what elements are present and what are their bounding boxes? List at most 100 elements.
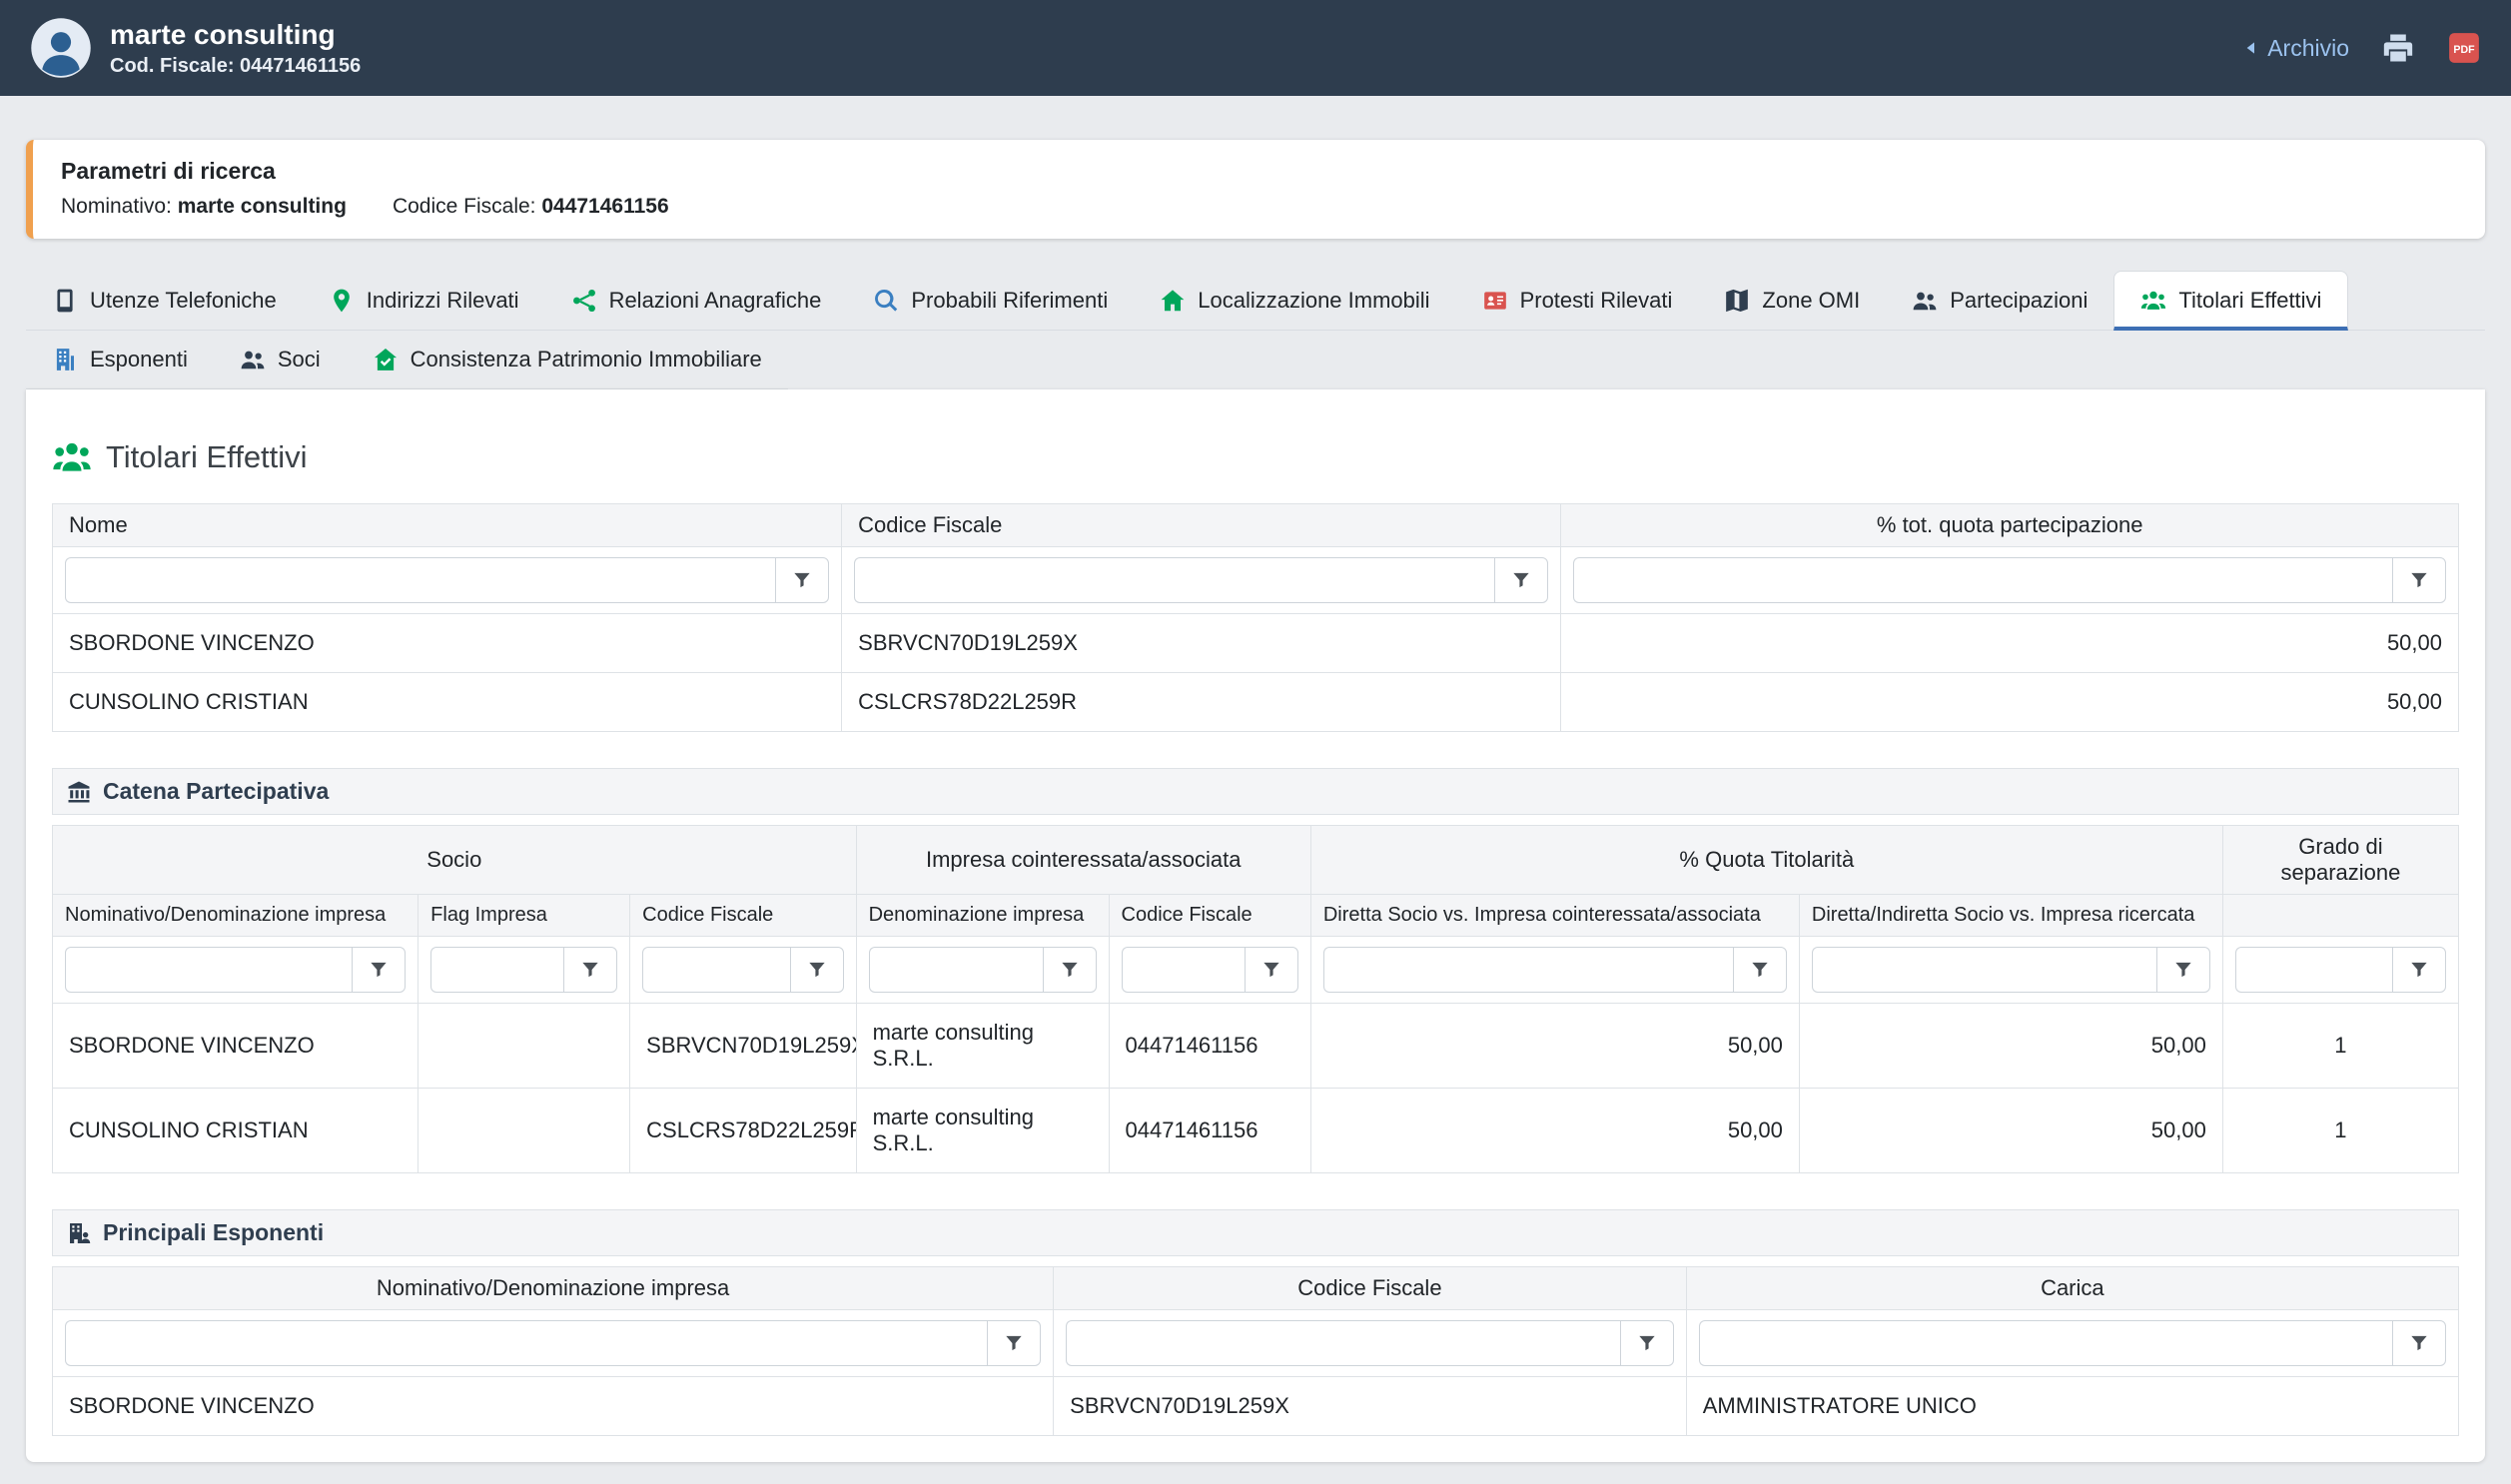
filter-button[interactable] [2392,1320,2446,1366]
tab-relazioni-anagrafiche[interactable]: Relazioni Anagrafiche [545,272,848,330]
filter-button[interactable] [775,557,829,603]
filter-input[interactable] [2235,947,2392,993]
filter-input[interactable] [869,947,1043,993]
tab-localizzazione-immobili[interactable]: Localizzazione Immobili [1134,272,1455,330]
home-icon [1160,288,1186,314]
tab-protesti-rilevati[interactable]: Protesti Rilevati [1456,272,1699,330]
filter-group [1122,947,1298,993]
filter-input-quota[interactable] [1573,557,2392,603]
tab-indirizzi-rilevati[interactable]: Indirizzi Rilevati [303,272,545,330]
tab-probabili-riferimenti[interactable]: Probabili Riferimenti [847,272,1134,330]
filter-input-nominativo[interactable] [65,1320,987,1366]
filter-button[interactable] [1620,1320,1674,1366]
filter-button[interactable] [2392,947,2446,993]
col-codice-fiscale-socio: Codice Fiscale [630,895,856,937]
tab-row-1: Utenze Telefoniche Indirizzi Rilevati Re… [26,271,2485,331]
filter-group [1323,947,1787,993]
building-icon [52,347,78,372]
filter-input-codice-fiscale[interactable] [1066,1320,1620,1366]
cell-nominativo: CUNSOLINO CRISTIAN [53,1089,418,1173]
pdf-icon [2447,31,2481,65]
tab-label: Indirizzi Rilevati [367,288,519,314]
col-flag-impresa: Flag Impresa [418,895,630,937]
people-icon [1912,288,1938,314]
filter-button[interactable] [2392,557,2446,603]
group-header-row: Socio Impresa cointeressata/associata % … [53,826,2459,895]
tab-label: Consistenza Patrimonio Immobiliare [411,347,762,372]
tab-row-2: Esponenti Soci Consistenza Patrimonio Im… [26,331,788,389]
filter-row [53,547,2459,614]
tab-utenze-telefoniche[interactable]: Utenze Telefoniche [26,272,303,330]
filter-button[interactable] [987,1320,1041,1366]
filter-button[interactable] [1733,947,1787,993]
col-nominativo: Nominativo/Denominazione impresa [53,895,418,937]
filter-input[interactable] [65,947,352,993]
filter-icon [369,960,389,980]
pdf-export-button[interactable] [2447,31,2481,65]
tab-soci[interactable]: Soci [214,331,347,388]
cell-quota: 50,00 [1561,673,2459,732]
filter-input-codice-fiscale[interactable] [854,557,1494,603]
search-params-title: Parametri di ricerca [61,158,2457,185]
archive-link[interactable]: Archivio [2243,35,2349,62]
search-icon [873,288,899,314]
tab-zone-omi[interactable]: Zone OMI [1698,272,1886,330]
filter-input[interactable] [1812,947,2156,993]
filter-button[interactable] [352,947,406,993]
tab-label: Localizzazione Immobili [1198,288,1429,314]
filter-group-quota [1573,557,2446,603]
filter-input[interactable] [430,947,563,993]
bank-icon [67,780,91,804]
filter-icon [1511,570,1531,590]
tab-esponenti[interactable]: Esponenti [26,331,214,388]
filter-input[interactable] [1323,947,1733,993]
param-codice-fiscale: Codice Fiscale: 04471461156 [393,195,669,219]
cell-grado-separazione: 1 [2222,1089,2458,1173]
filter-group-nominativo [65,1320,1041,1366]
tab-label: Zone OMI [1762,288,1860,314]
filter-icon [1060,960,1080,980]
people-icon [240,347,266,372]
printer-icon [2381,31,2415,65]
cell-quota-diretta-indiretta: 50,00 [1799,1089,2222,1173]
filter-input[interactable] [1122,947,1245,993]
cell-carica: AMMINISTRATORE UNICO [1686,1377,2458,1436]
filter-row [53,1310,2459,1377]
col-quota-diretta-indiretta: Diretta/Indiretta Socio vs. Impresa rice… [1799,895,2222,937]
filter-group-nome [65,557,829,603]
filter-icon [2409,1333,2429,1353]
filter-button[interactable] [1245,947,1298,993]
principali-esponenti-table: Nominativo/Denominazione impresa Codice … [52,1266,2459,1436]
cell-quota: 50,00 [1561,614,2459,673]
cell-grado-separazione: 1 [2222,1004,2458,1089]
filter-input-nome[interactable] [65,557,775,603]
filter-group [2235,947,2446,993]
tab-titolari-effettivi[interactable]: Titolari Effettivi [2113,271,2348,331]
tab-partecipazioni[interactable]: Partecipazioni [1886,272,2113,330]
table-row: CUNSOLINO CRISTIAN CSLCRS78D22L259R 50,0… [53,673,2459,732]
filter-icon [1004,1333,1024,1353]
tab-label: Utenze Telefoniche [90,288,277,314]
filter-input[interactable] [642,947,789,993]
col-grado-empty [2222,895,2458,937]
cell-codice-fiscale-impresa: 04471461156 [1109,1089,1310,1173]
filter-group [430,947,617,993]
cell-codice-fiscale-impresa: 04471461156 [1109,1004,1310,1089]
phone-icon [52,288,78,314]
filter-group-codice-fiscale [854,557,1548,603]
filter-icon [792,570,812,590]
filter-button[interactable] [790,947,844,993]
tab-consistenza-patrimonio-immobiliare[interactable]: Consistenza Patrimonio Immobiliare [347,331,788,388]
filter-button[interactable] [1494,557,1548,603]
filter-icon [2409,960,2429,980]
filter-button[interactable] [1043,947,1097,993]
filter-button[interactable] [563,947,617,993]
cell-flag-impresa [418,1004,630,1089]
avatar [30,17,92,79]
print-button[interactable] [2381,31,2415,65]
filter-button[interactable] [2156,947,2210,993]
col-nominativo: Nominativo/Denominazione impresa [53,1267,1054,1310]
cell-quota-diretta: 50,00 [1310,1004,1799,1089]
filter-input-carica[interactable] [1699,1320,2392,1366]
param-nominativo: Nominativo: marte consulting [61,195,347,219]
